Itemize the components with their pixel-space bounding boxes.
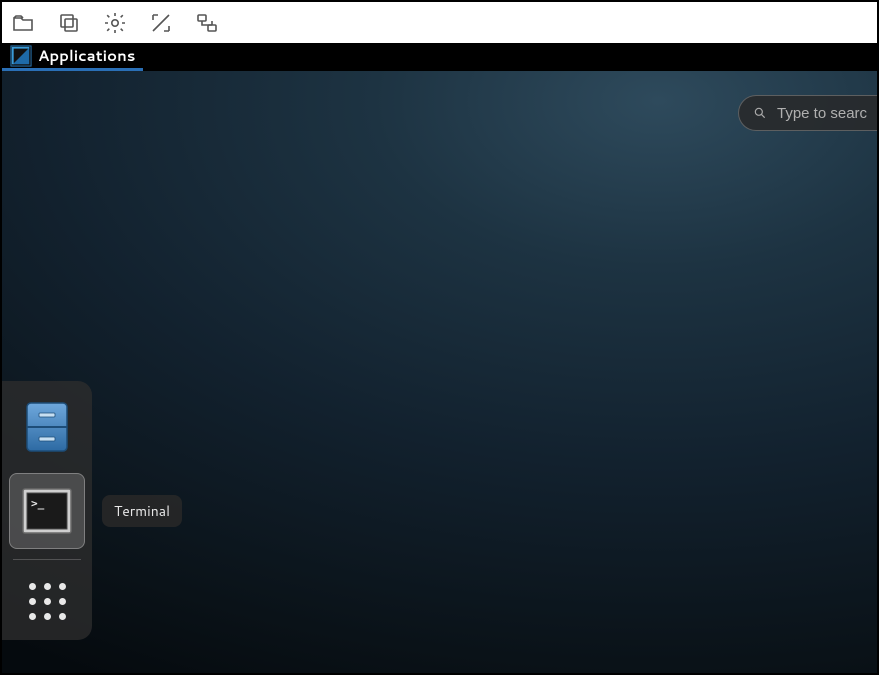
applications-button[interactable]: Applications <box>2 43 143 71</box>
applications-label: Applications <box>38 45 135 66</box>
dash-tooltip: Terminal <box>102 495 182 527</box>
gear-icon[interactable] <box>100 8 130 38</box>
apps-grid-icon <box>25 579 69 623</box>
open-folder-icon[interactable] <box>8 8 38 38</box>
search-icon <box>753 106 767 120</box>
fullscreen-icon[interactable] <box>146 8 176 38</box>
terminal-icon: >_ <box>19 483 75 539</box>
network-icon[interactable] <box>192 8 222 38</box>
desktop-overview: >_ Terminal <box>0 71 879 675</box>
copy-icon[interactable] <box>54 8 84 38</box>
dash-separator <box>13 559 81 560</box>
svg-text:>_: >_ <box>31 497 45 510</box>
dash-item-files[interactable] <box>9 389 85 465</box>
search-input[interactable] <box>777 105 867 122</box>
dash: >_ <box>2 381 92 640</box>
file-manager-icon <box>21 399 73 455</box>
distro-logo-icon <box>10 45 32 67</box>
host-toolbar <box>0 0 879 43</box>
dash-item-terminal[interactable]: >_ <box>9 473 85 549</box>
tooltip-label: Terminal <box>114 501 170 521</box>
show-applications-button[interactable] <box>9 570 85 632</box>
overview-search[interactable] <box>738 95 877 131</box>
gnome-top-bar: Applications <box>0 43 879 71</box>
